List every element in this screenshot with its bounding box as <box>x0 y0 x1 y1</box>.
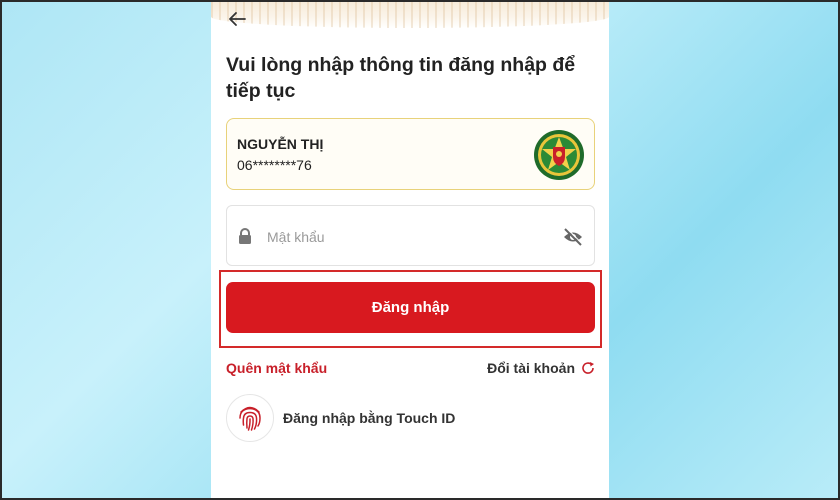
eye-off-icon[interactable] <box>562 227 584 247</box>
arrow-left-icon <box>229 12 246 26</box>
password-placeholder: Mật khẩu <box>267 229 325 245</box>
touch-id-label: Đăng nhập bằng Touch ID <box>283 410 456 426</box>
user-card: NGUYỄN THỊ 06********76 <box>226 118 595 190</box>
password-field[interactable]: Mật khẩu <box>226 205 595 266</box>
user-phone: 06********76 <box>237 157 312 173</box>
lock-icon <box>239 228 251 244</box>
header-decoration <box>211 0 609 28</box>
page-title: Vui lòng nhập thông tin đăng nhập để tiế… <box>226 54 576 102</box>
user-name: NGUYỄN THỊ <box>237 136 324 152</box>
forgot-password-link[interactable]: Quên mật khẩu <box>226 360 327 376</box>
fingerprint-icon <box>239 406 261 431</box>
touch-id-login[interactable]: Đăng nhập bằng Touch ID <box>226 394 455 442</box>
fingerprint-button[interactable] <box>226 394 274 442</box>
police-emblem-icon <box>534 130 584 180</box>
refresh-icon <box>582 362 594 374</box>
switch-account-button[interactable]: Đổi tài khoản <box>487 360 595 376</box>
back-button[interactable] <box>225 8 249 30</box>
login-button[interactable]: Đăng nhập <box>226 282 595 333</box>
switch-account-label: Đổi tài khoản <box>487 360 575 376</box>
app-screen: Vui lòng nhập thông tin đăng nhập để tiế… <box>211 0 609 500</box>
